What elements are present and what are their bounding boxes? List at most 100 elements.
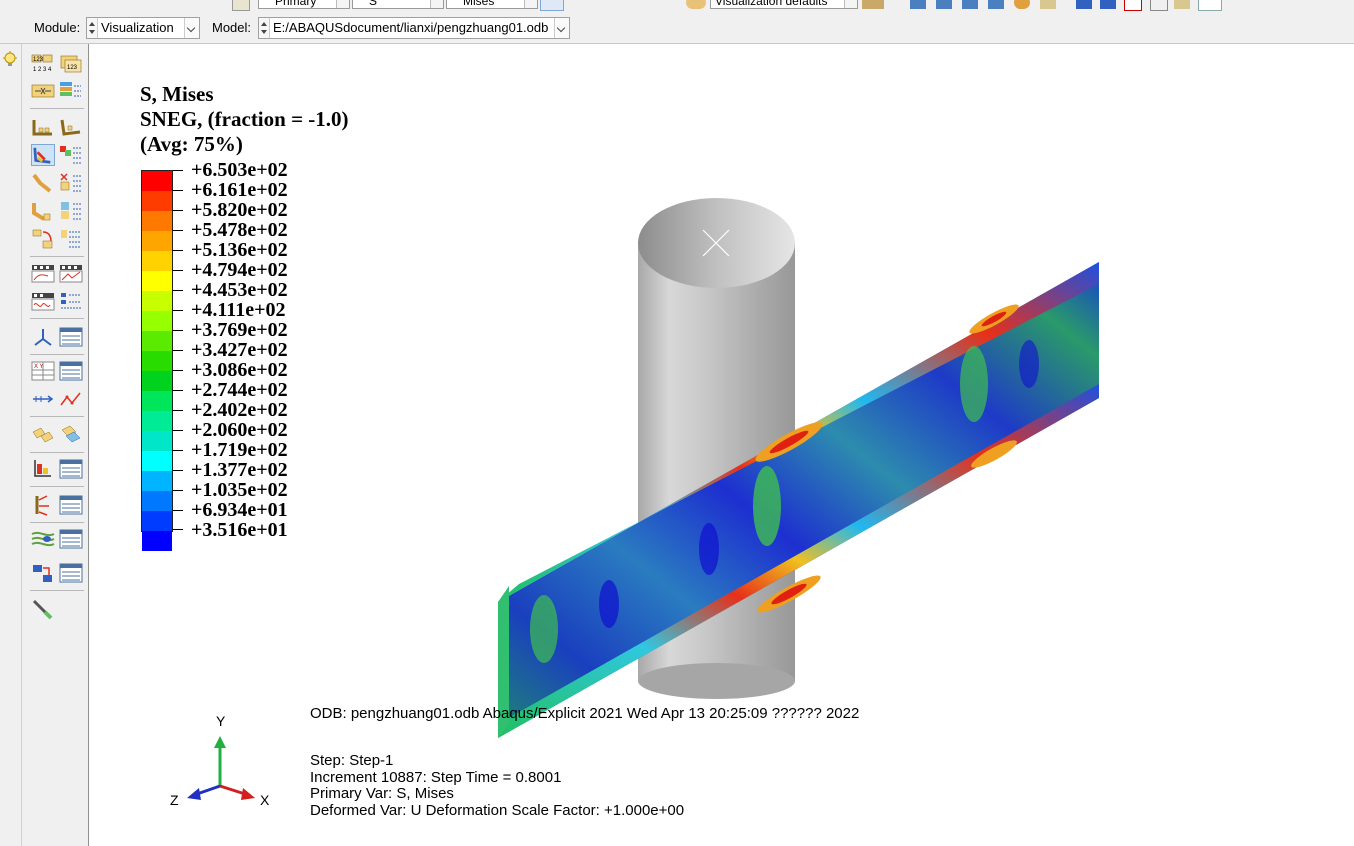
- module-combo[interactable]: Visualization: [86, 17, 200, 39]
- legend-tick: [173, 510, 183, 511]
- plot-contour-undeformed-icon[interactable]: [31, 116, 55, 138]
- free-body-manager-icon[interactable]: [59, 494, 83, 516]
- plot-numbered-icon[interactable]: 123: [59, 52, 83, 74]
- cylinder-bottom: [638, 663, 795, 699]
- animate-scale-factor-icon[interactable]: [31, 262, 55, 284]
- legend-tick: [173, 190, 183, 191]
- legend-value: +5.136e+02: [191, 239, 288, 261]
- legend-value: +3.427e+02: [191, 339, 288, 361]
- list-icon[interactable]: [1198, 0, 1222, 11]
- module-label: Module:: [34, 20, 81, 35]
- legend-value: +6.503e+02: [191, 159, 288, 181]
- pick-icon[interactable]: [1100, 0, 1116, 9]
- stream-icon[interactable]: [31, 528, 55, 550]
- view-back-icon[interactable]: [936, 0, 952, 9]
- display-group-manager-icon[interactable]: [59, 424, 83, 446]
- triad-y-label: Y: [216, 713, 226, 729]
- customize-tools-icon[interactable]: [31, 598, 55, 620]
- toolbox-separator: [30, 354, 84, 355]
- palette-icon[interactable]: [686, 0, 706, 9]
- animate-time-history-icon[interactable]: [59, 262, 83, 284]
- legend-tick: [173, 450, 183, 451]
- table-icon[interactable]: [1040, 0, 1056, 9]
- stress-region: [753, 466, 781, 546]
- xy-plot-icon[interactable]: [59, 388, 83, 410]
- orientation-options-icon[interactable]: [59, 200, 83, 222]
- query-icon[interactable]: [1076, 0, 1092, 9]
- animate-harmonic-icon[interactable]: [31, 290, 55, 312]
- step-combo[interactable]: Primary: [258, 0, 350, 9]
- contour-options-icon[interactable]: [59, 144, 83, 166]
- legend-value: +4.453e+02: [191, 279, 288, 301]
- legend-tick: [173, 470, 183, 471]
- beam-web: [498, 262, 1099, 738]
- stress-region: [599, 580, 619, 628]
- legend-tick: [173, 490, 183, 491]
- legend-tick: [173, 410, 183, 411]
- toolbox-separator: [30, 108, 84, 109]
- view-iso-icon[interactable]: [1014, 0, 1030, 9]
- chevron-down-icon[interactable]: [554, 18, 569, 38]
- free-body-cut-icon[interactable]: [31, 494, 55, 516]
- chevron-down-icon[interactable]: [184, 18, 199, 38]
- viewport[interactable]: S, Mises SNEG, (fraction = -1.0) (Avg: 7…: [89, 44, 1354, 846]
- module-value: Visualization: [101, 20, 174, 35]
- model-spinner[interactable]: [259, 18, 270, 38]
- plot-contour-icon[interactable]: [31, 144, 55, 166]
- create-xy-data-icon[interactable]: X Y: [31, 360, 55, 382]
- toolbox-separator: [30, 318, 84, 319]
- symbol-options-icon[interactable]: [59, 172, 83, 194]
- legend-value: +1.035e+02: [191, 479, 288, 501]
- text-annotation-icon[interactable]: [1124, 0, 1142, 11]
- legend-value: +2.060e+02: [191, 419, 288, 441]
- toolbox-separator: [30, 452, 84, 453]
- cursor-icon[interactable]: [1150, 0, 1168, 11]
- report-field-output-icon[interactable]: [31, 458, 55, 480]
- animate-icon[interactable]: [31, 228, 55, 250]
- output-combo[interactable]: Mises: [446, 0, 538, 9]
- stream-manager-icon[interactable]: [59, 528, 83, 550]
- plot-undeformed-icon[interactable]: 123 1 2 3 4: [31, 52, 55, 74]
- render-style-combo[interactable]: Visualization defaults: [710, 0, 858, 9]
- view-top-icon[interactable]: [962, 0, 978, 9]
- report-options-icon[interactable]: [59, 458, 83, 480]
- view-bottom-icon[interactable]: [988, 0, 1004, 9]
- grid-icon[interactable]: [1174, 0, 1190, 9]
- plot-contour-deformed-icon[interactable]: [59, 116, 83, 138]
- view-cut-manager-icon[interactable]: [59, 326, 83, 348]
- refresh-icon[interactable]: [540, 0, 564, 11]
- stress-region: [530, 595, 558, 663]
- lightbulb-icon[interactable]: [2, 51, 18, 69]
- view-front-icon[interactable]: [910, 0, 926, 9]
- odb-info-line: ODB: pengzhuang01.odb Abaqus/Explicit 20…: [310, 705, 860, 722]
- context-bar: Module: Visualization Model: E:/ABAQUSdo…: [0, 12, 1354, 44]
- model-label: Model:: [212, 20, 252, 35]
- svg-text:123: 123: [67, 65, 78, 71]
- toolbar-numbering-icon[interactable]: [232, 0, 250, 11]
- display-body-manager-icon[interactable]: [59, 562, 83, 584]
- toolbox-separator: [30, 590, 84, 591]
- create-path-icon[interactable]: [31, 388, 55, 410]
- hint-strip: [0, 44, 22, 846]
- plot-material-orientation-icon[interactable]: [31, 200, 55, 222]
- render-icon[interactable]: [862, 0, 884, 9]
- plot-deformed-icon[interactable]: [31, 80, 55, 102]
- create-display-body-icon[interactable]: [31, 562, 55, 584]
- xy-data-manager-icon[interactable]: [59, 360, 83, 382]
- legend-tick: [173, 529, 183, 530]
- plot-stack-icon[interactable]: [59, 80, 83, 102]
- animation-options-icon[interactable]: [59, 290, 83, 312]
- module-spinner[interactable]: [87, 18, 98, 38]
- model-combo[interactable]: E:/ABAQUSdocument/lianxi/pengzhuang01.od…: [258, 17, 570, 39]
- field-combo[interactable]: S: [352, 0, 444, 9]
- animate-options-icon[interactable]: [59, 228, 83, 250]
- legend-tick: [173, 430, 183, 431]
- stress-region: [960, 346, 988, 422]
- view-cut-icon[interactable]: [31, 326, 55, 348]
- legend-value: +2.744e+02: [191, 379, 288, 401]
- plot-symbol-icon[interactable]: [31, 172, 55, 194]
- legend-value: +5.820e+02: [191, 199, 288, 221]
- display-group-icon[interactable]: [31, 424, 55, 446]
- legend-value: +6.934e+01: [191, 499, 288, 521]
- legend-value: +1.719e+02: [191, 439, 288, 461]
